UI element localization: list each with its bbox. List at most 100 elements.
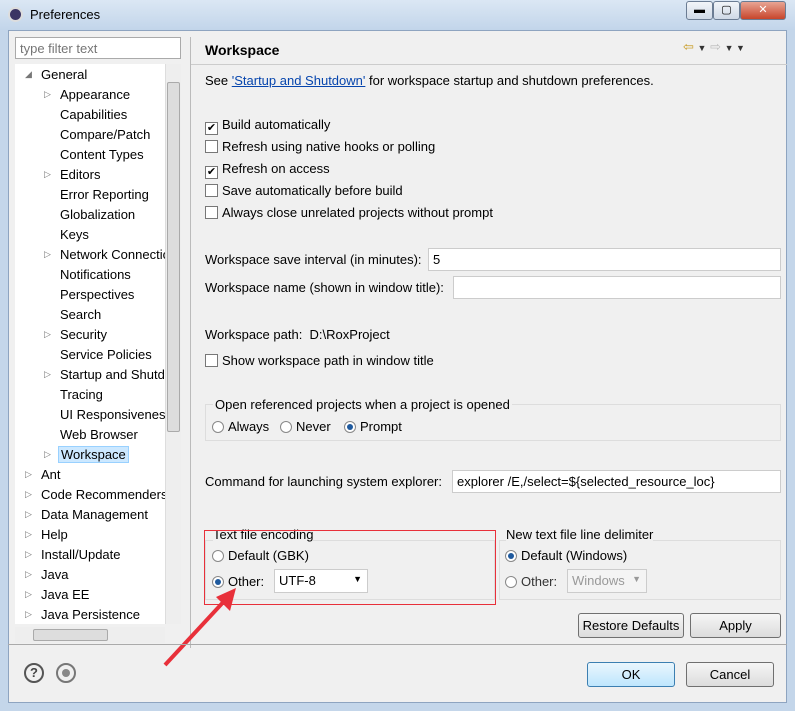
filter-input[interactable] bbox=[15, 37, 181, 59]
tree-item-label: Appearance bbox=[60, 87, 131, 102]
apply-button[interactable]: Apply bbox=[690, 613, 781, 638]
tree-item-label: Network Connections bbox=[60, 247, 181, 262]
tree-item[interactable]: Search bbox=[44, 305, 103, 324]
minimize-button[interactable]: ▬ bbox=[686, 1, 713, 20]
checkbox-option[interactable]: Save automatically before build bbox=[205, 183, 403, 198]
tree-item-label: Capabilities bbox=[60, 107, 128, 122]
tree-item-label: Security bbox=[60, 327, 107, 342]
tree-item[interactable]: Tracing bbox=[44, 385, 105, 404]
collapsed-arrow-icon[interactable]: ▷ bbox=[25, 605, 32, 624]
scroll-thumb[interactable] bbox=[33, 629, 108, 641]
maximize-button[interactable]: ▢ bbox=[713, 1, 740, 20]
tree-item[interactable]: Service Policies bbox=[44, 345, 154, 364]
save-interval-input[interactable]: 5 bbox=[428, 248, 781, 271]
workspace-name-input[interactable] bbox=[453, 276, 781, 299]
checkbox-option[interactable]: ✔ Build automatically bbox=[205, 117, 330, 135]
title-bar: Preferences ▬ ▢ ✕ bbox=[0, 0, 795, 30]
delimiter-default-radio[interactable]: Default (Windows) bbox=[505, 548, 627, 563]
collapsed-arrow-icon[interactable]: ▷ bbox=[44, 85, 51, 104]
close-button[interactable]: ✕ bbox=[740, 1, 786, 20]
tree-item[interactable]: ▷ Appearance bbox=[44, 85, 132, 104]
tree-item-label: General bbox=[41, 67, 88, 82]
show-path-checkbox[interactable]: Show workspace path in window title bbox=[205, 353, 434, 368]
checkbox-icon[interactable]: ✔ bbox=[205, 122, 218, 135]
tree-item[interactable]: Content Types bbox=[44, 145, 146, 164]
tree-item-label: Code Recommenders bbox=[41, 487, 168, 502]
tree-item[interactable]: ▷ Editors bbox=[44, 165, 102, 184]
tree-item[interactable]: ▷ Code Recommenders bbox=[25, 485, 169, 504]
checkbox-option[interactable]: Always close unrelated projects without … bbox=[205, 205, 493, 220]
tree-item-label: Content Types bbox=[60, 147, 144, 162]
tree-horizontal-scrollbar[interactable] bbox=[15, 627, 165, 643]
tree-item[interactable]: ▷ Workspace bbox=[44, 445, 129, 464]
checkbox-option[interactable]: Refresh using native hooks or polling bbox=[205, 139, 435, 154]
open-referenced-radio[interactable]: Always bbox=[212, 419, 269, 434]
eclipse-icon bbox=[8, 7, 23, 22]
tree-item[interactable]: Error Reporting bbox=[44, 185, 151, 204]
ok-button[interactable]: OK bbox=[587, 662, 675, 687]
workspace-name-label: Workspace name (shown in window title): bbox=[205, 280, 444, 295]
collapsed-arrow-icon[interactable]: ▷ bbox=[44, 245, 51, 264]
open-referenced-radio[interactable]: Never bbox=[280, 419, 331, 434]
tree-item[interactable]: ▷ Security bbox=[44, 325, 109, 344]
tree-item-label: Error Reporting bbox=[60, 187, 149, 202]
nav-buttons[interactable]: ⇦ ▼ ⇨ ▼ ▼ bbox=[683, 39, 745, 55]
collapsed-arrow-icon[interactable]: ▷ bbox=[25, 545, 32, 564]
checkbox-icon[interactable] bbox=[205, 354, 218, 367]
tree-item-label: Startup and Shutdown bbox=[60, 367, 181, 382]
startup-shutdown-link[interactable]: 'Startup and Shutdown' bbox=[232, 73, 366, 88]
tree-item[interactable]: ▷ Java EE bbox=[25, 585, 91, 604]
collapsed-arrow-icon[interactable]: ▷ bbox=[44, 365, 51, 384]
tree-item[interactable]: ◢ General bbox=[25, 65, 89, 84]
collapsed-arrow-icon[interactable]: ▷ bbox=[25, 465, 32, 484]
checkbox-icon[interactable] bbox=[205, 184, 218, 197]
tree-item[interactable]: Notifications bbox=[44, 265, 133, 284]
help-icon[interactable]: ? bbox=[24, 663, 44, 683]
tree-item[interactable]: Globalization bbox=[44, 205, 137, 224]
scroll-thumb[interactable] bbox=[167, 82, 180, 432]
tree-item-label: Workspace bbox=[58, 446, 129, 463]
collapsed-arrow-icon[interactable]: ▷ bbox=[25, 485, 32, 504]
checkbox-icon[interactable] bbox=[205, 140, 218, 153]
tree-item[interactable]: Capabilities bbox=[44, 105, 129, 124]
tree-item[interactable]: ▷ Ant bbox=[25, 465, 63, 484]
tree-item[interactable]: ▷ Data Management bbox=[25, 505, 150, 524]
tree-item[interactable]: UI Responsiveness bbox=[44, 405, 174, 424]
workspace-path-value: D:\RoxProject bbox=[309, 327, 390, 342]
tree-item[interactable]: ▷ Help bbox=[25, 525, 70, 544]
record-icon[interactable] bbox=[56, 663, 76, 683]
tree-item-label: Globalization bbox=[60, 207, 136, 222]
collapsed-arrow-icon[interactable]: ▷ bbox=[44, 165, 51, 184]
cancel-button[interactable]: Cancel bbox=[686, 662, 774, 687]
collapsed-arrow-icon[interactable]: ▷ bbox=[25, 525, 32, 544]
tree-item[interactable]: Web Browser bbox=[44, 425, 140, 444]
collapsed-arrow-icon[interactable]: ▷ bbox=[25, 585, 32, 604]
tree-item[interactable]: Perspectives bbox=[44, 285, 136, 304]
expanded-arrow-icon[interactable]: ◢ bbox=[25, 65, 32, 84]
command-label: Command for launching system explorer: bbox=[205, 474, 442, 489]
tree-item[interactable]: Compare/Patch bbox=[44, 125, 152, 144]
collapsed-arrow-icon[interactable]: ▷ bbox=[44, 325, 51, 344]
tree-vertical-scrollbar[interactable] bbox=[165, 64, 181, 624]
delimiter-other-radio[interactable]: Other: bbox=[505, 574, 557, 589]
open-referenced-radio[interactable]: Prompt bbox=[344, 419, 402, 434]
tree-item[interactable]: ▷ Install/Update bbox=[25, 545, 123, 564]
command-input[interactable]: explorer /E,/select=${selected_resource_… bbox=[452, 470, 781, 493]
tree-item-label: Compare/Patch bbox=[60, 127, 151, 142]
tree-item[interactable]: ▷ Java Persistence bbox=[25, 605, 142, 624]
collapsed-arrow-icon[interactable]: ▷ bbox=[25, 565, 32, 584]
restore-defaults-button[interactable]: Restore Defaults bbox=[578, 613, 684, 638]
checkbox-icon[interactable] bbox=[205, 206, 218, 219]
tree-item[interactable]: Keys bbox=[44, 225, 91, 244]
tree-item-label: UI Responsiveness bbox=[60, 407, 172, 422]
tree-item[interactable]: ▷ Network Connections bbox=[44, 245, 181, 264]
tree-item[interactable]: ▷ Java bbox=[25, 565, 70, 584]
checkbox-icon[interactable]: ✔ bbox=[205, 166, 218, 179]
tree-item-label: Keys bbox=[60, 227, 89, 242]
collapsed-arrow-icon[interactable]: ▷ bbox=[25, 505, 32, 524]
collapsed-arrow-icon[interactable]: ▷ bbox=[44, 445, 51, 464]
delimiter-select[interactable]: Windows ▼ bbox=[567, 569, 647, 593]
tree-item-label: Java EE bbox=[41, 587, 90, 602]
checkbox-option[interactable]: ✔ Refresh on access bbox=[205, 161, 330, 179]
tree-item[interactable]: ▷ Startup and Shutdown bbox=[44, 365, 181, 384]
